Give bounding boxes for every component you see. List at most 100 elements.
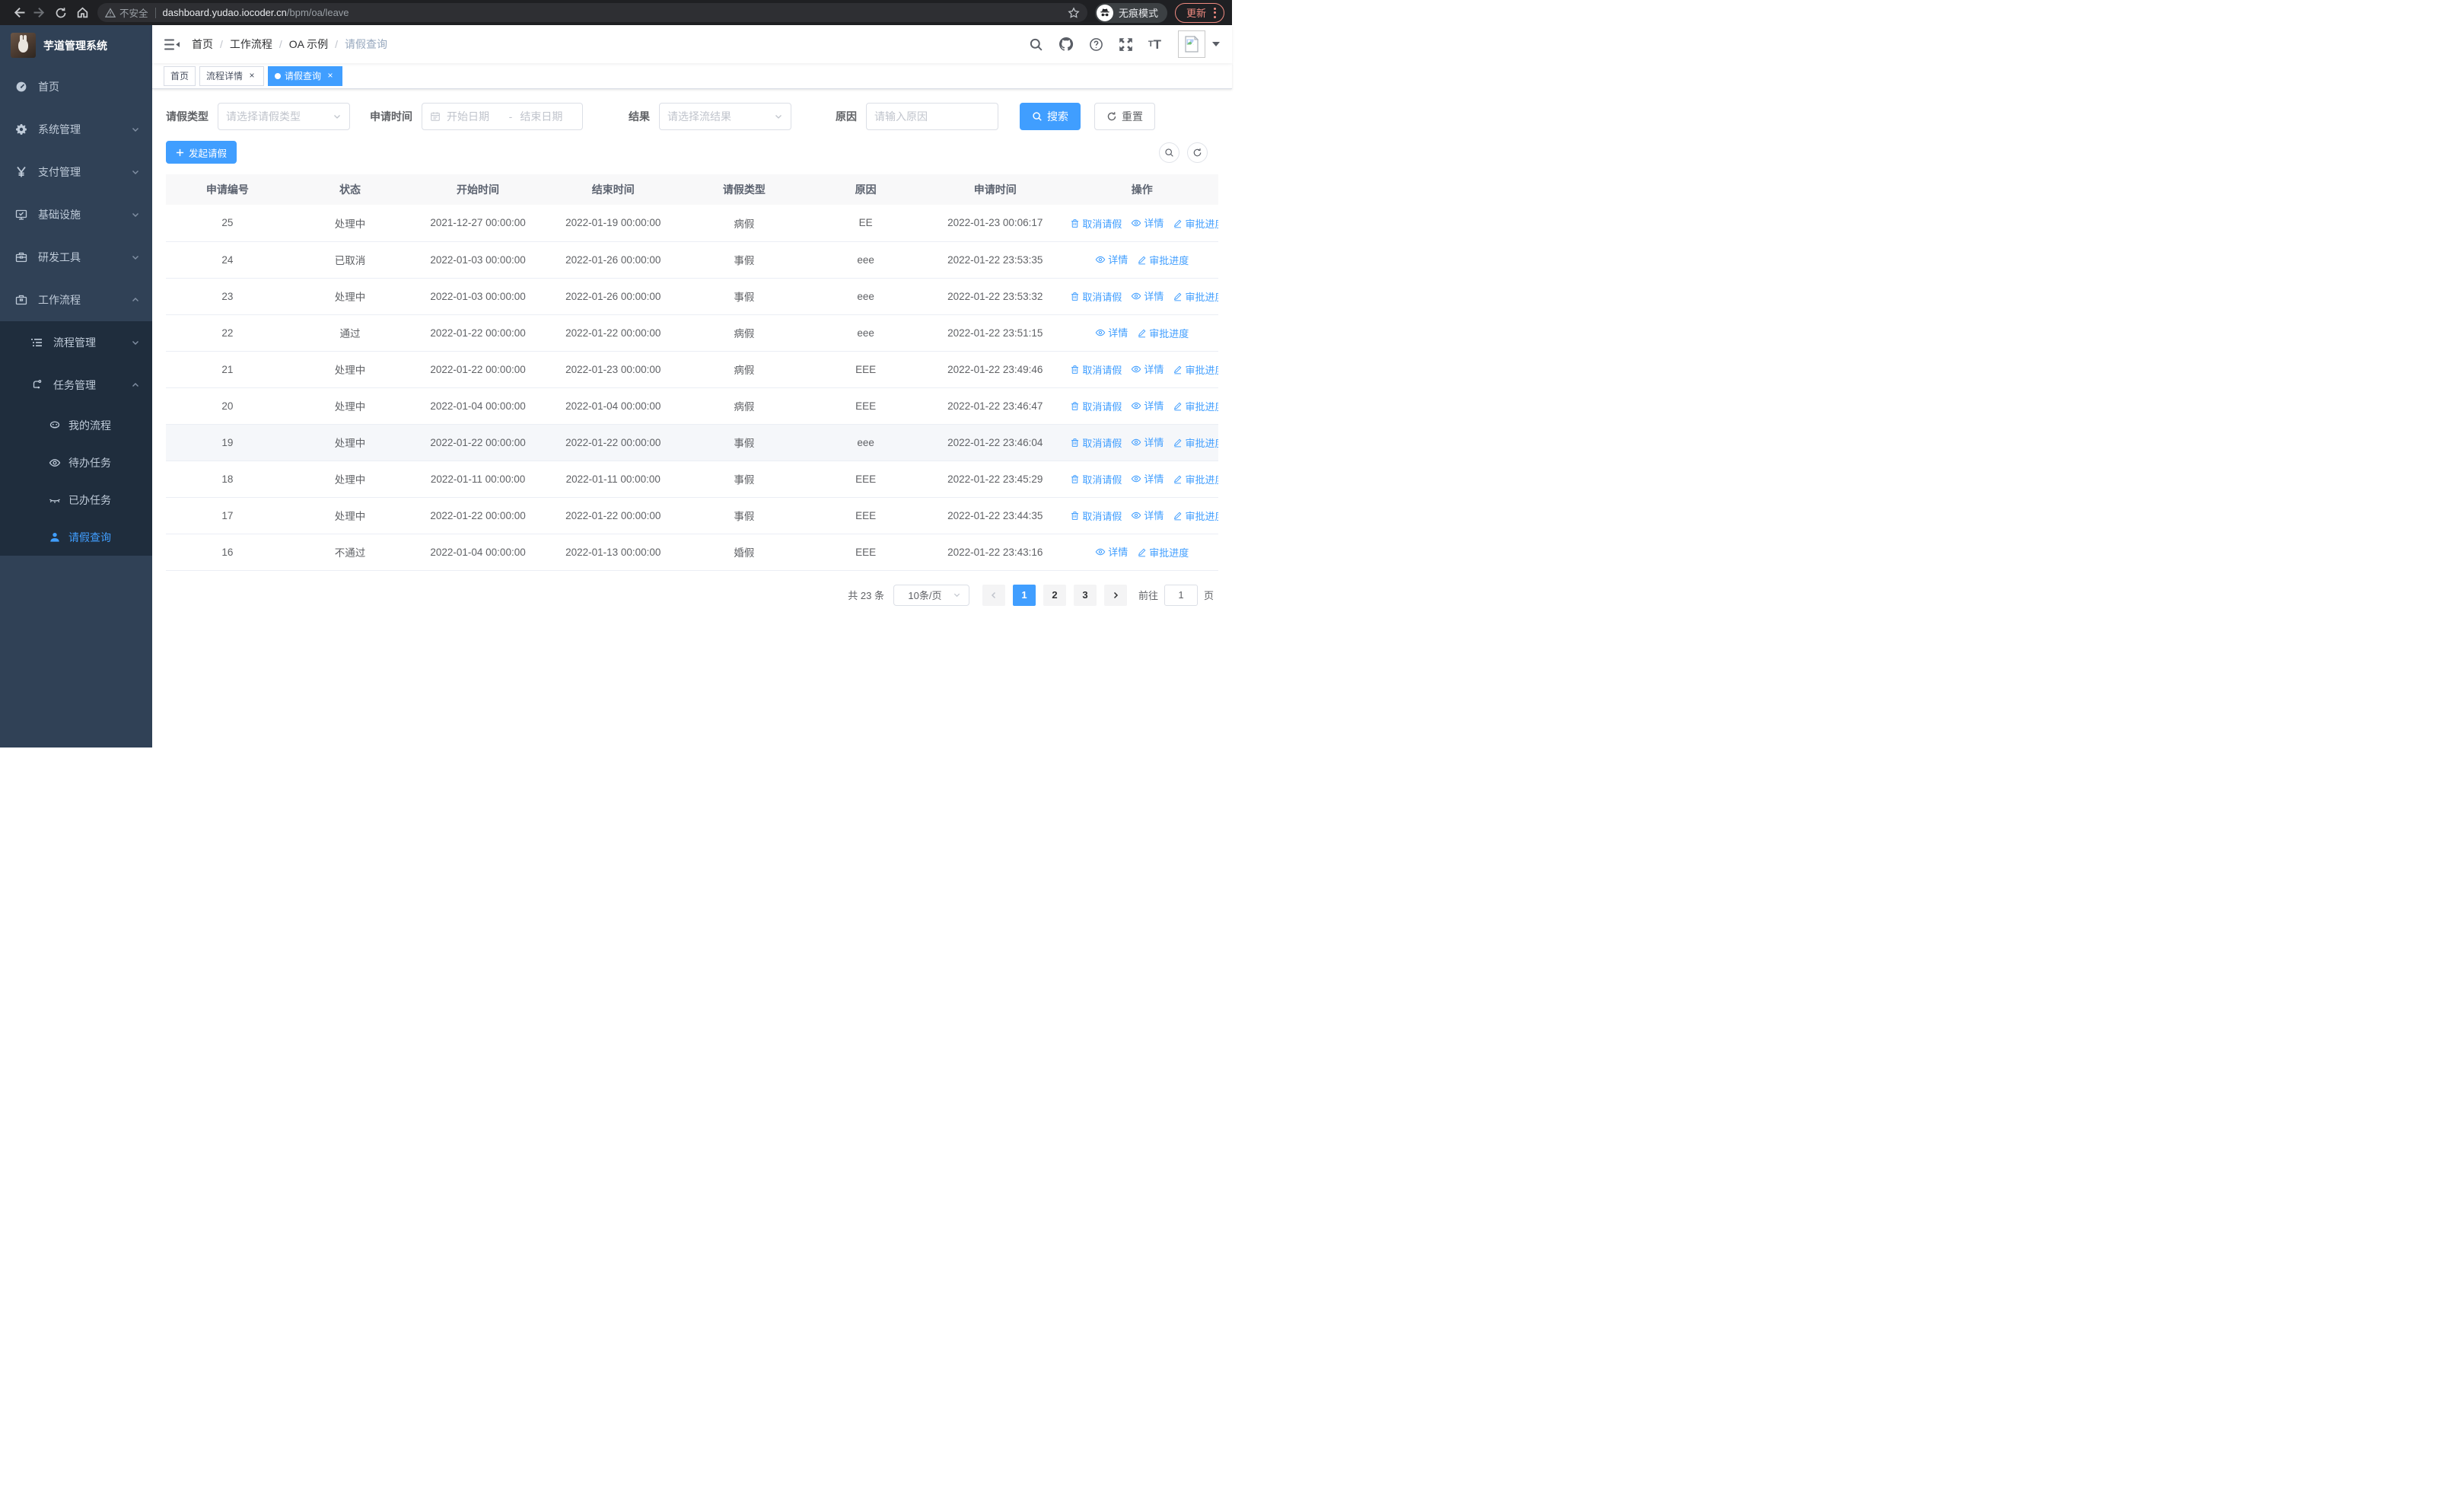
breadcrumb-oa-example[interactable]: OA 示例 xyxy=(289,37,328,52)
cell-status: 通过 xyxy=(288,314,412,352)
approval-progress-link[interactable]: 审批进度 xyxy=(1173,472,1218,486)
reason-input[interactable]: 请输入原因 xyxy=(866,103,998,130)
tab-1[interactable]: 流程详情 × xyxy=(199,65,265,86)
detail-link[interactable]: 详情 xyxy=(1131,362,1164,376)
page-button-1[interactable]: 1 xyxy=(1012,584,1036,606)
cell-reason: EEE xyxy=(807,351,925,388)
end-date-input[interactable]: 结束日期 xyxy=(520,109,575,124)
security-status[interactable]: 不安全 xyxy=(105,5,148,20)
sidebar-item-task-mgmt[interactable]: 任务管理 xyxy=(0,364,152,406)
cell-status: 处理中 xyxy=(288,205,412,242)
search-icon[interactable] xyxy=(1029,37,1043,52)
approval-progress-link[interactable]: 审批进度 xyxy=(1173,362,1218,377)
search-button[interactable]: 搜索 xyxy=(1020,103,1081,130)
leave-type-select[interactable]: 请选择请假类型 xyxy=(218,103,350,130)
sidebar-item-leave-query[interactable]: 请假查询 xyxy=(0,518,152,556)
user-icon xyxy=(49,531,61,543)
detail-link[interactable]: 详情 xyxy=(1131,435,1164,449)
fullscreen-icon[interactable] xyxy=(1119,37,1133,52)
home-icon[interactable] xyxy=(72,2,93,24)
sidebar-item-infra[interactable]: 基础设施 xyxy=(0,193,152,236)
sidebar-item-todo-tasks[interactable]: 待办任务 xyxy=(0,444,152,481)
url-bar[interactable]: 不安全 dashboard.yudao.iocoder.cn/bpm/oa/le… xyxy=(97,3,1087,22)
reload-icon[interactable] xyxy=(50,2,72,24)
prev-page-button[interactable] xyxy=(982,584,1005,606)
apply-time-range-picker[interactable]: 开始日期 - 结束日期 xyxy=(422,103,583,130)
avatar[interactable] xyxy=(1178,30,1205,58)
browser-menu-icon[interactable] xyxy=(1214,7,1216,18)
cancel-leave-link[interactable]: 取消请假 xyxy=(1070,399,1122,413)
refresh-table-button[interactable] xyxy=(1187,142,1208,163)
approval-progress-link[interactable]: 审批进度 xyxy=(1173,435,1218,450)
refresh-icon xyxy=(1107,112,1116,121)
app-logo[interactable]: 芋道管理系统 xyxy=(0,25,152,65)
create-leave-button[interactable]: 发起请假 xyxy=(166,141,237,164)
apply-time-label: 申请时间 xyxy=(370,110,412,123)
detail-link[interactable]: 详情 xyxy=(1131,215,1164,230)
approval-progress-link[interactable]: 审批进度 xyxy=(1173,216,1218,231)
page-button-2[interactable]: 2 xyxy=(1043,584,1066,606)
cell-end-time: 2022-01-26 00:00:00 xyxy=(544,278,682,315)
view-icon xyxy=(1095,548,1106,555)
help-icon[interactable] xyxy=(1089,37,1103,52)
toggle-search-button[interactable] xyxy=(1159,142,1179,163)
detail-link[interactable]: 详情 xyxy=(1095,325,1128,339)
cancel-leave-link[interactable]: 取消请假 xyxy=(1070,362,1122,377)
close-icon[interactable]: × xyxy=(247,70,257,81)
page-size-select[interactable]: 10条/页 xyxy=(893,584,969,606)
sidebar-item-workflow[interactable]: 工作流程 xyxy=(0,279,152,321)
url-text[interactable]: dashboard.yudao.iocoder.cn/bpm/oa/leave xyxy=(163,7,1062,18)
reset-button[interactable]: 重置 xyxy=(1094,103,1155,130)
github-icon[interactable] xyxy=(1059,37,1074,52)
cancel-leave-link[interactable]: 取消请假 xyxy=(1070,289,1122,304)
bookmark-star-icon[interactable] xyxy=(1068,6,1080,19)
cell-apply-id: 20 xyxy=(166,387,289,425)
result-select[interactable]: 请选择流结果 xyxy=(659,103,791,130)
col-apply-time: 申请时间 xyxy=(925,174,1066,205)
delete-icon xyxy=(1071,401,1079,410)
approval-progress-link[interactable]: 审批进度 xyxy=(1173,289,1218,304)
breadcrumb-workflow[interactable]: 工作流程 xyxy=(230,37,272,52)
approval-progress-link[interactable]: 审批进度 xyxy=(1173,508,1218,523)
sidebar-item-devtools[interactable]: 研发工具 xyxy=(0,236,152,279)
sidebar-item-done-tasks[interactable]: 已办任务 xyxy=(0,481,152,518)
close-icon[interactable]: × xyxy=(325,70,336,81)
cancel-leave-link[interactable]: 取消请假 xyxy=(1070,508,1122,523)
page-button-3[interactable]: 3 xyxy=(1073,584,1097,606)
font-size-icon[interactable]: TT xyxy=(1148,38,1161,51)
sidebar-toggle-icon[interactable] xyxy=(164,38,180,51)
chevron-up-icon xyxy=(131,381,140,390)
leave-type-label: 请假类型 xyxy=(166,110,209,123)
cancel-leave-link[interactable]: 取消请假 xyxy=(1070,216,1122,231)
sidebar-item-system[interactable]: 系统管理 xyxy=(0,108,152,151)
tab-2[interactable]: 请假查询 × xyxy=(268,65,343,86)
sidebar-item-home[interactable]: 首页 xyxy=(0,65,152,108)
start-date-input[interactable]: 开始日期 xyxy=(447,109,501,124)
next-page-button[interactable] xyxy=(1103,584,1127,606)
cancel-leave-link[interactable]: 取消请假 xyxy=(1070,472,1122,486)
approval-progress-link[interactable]: 审批进度 xyxy=(1173,399,1218,413)
back-icon[interactable] xyxy=(8,2,29,24)
tab-0[interactable]: 首页 xyxy=(164,65,196,86)
detail-link[interactable]: 详情 xyxy=(1131,508,1164,522)
detail-link[interactable]: 详情 xyxy=(1131,288,1164,303)
edit-icon xyxy=(1174,365,1182,375)
detail-link[interactable]: 详情 xyxy=(1095,252,1128,266)
cancel-leave-link[interactable]: 取消请假 xyxy=(1070,435,1122,450)
cell-leave-type: 病假 xyxy=(681,351,807,388)
approval-progress-link[interactable]: 审批进度 xyxy=(1137,326,1189,340)
sidebar-item-process-mgmt[interactable]: 流程管理 xyxy=(0,321,152,364)
approval-progress-link[interactable]: 审批进度 xyxy=(1137,253,1189,267)
goto-page-input[interactable] xyxy=(1164,584,1198,606)
breadcrumb-home[interactable]: 首页 xyxy=(192,37,213,52)
forward-icon[interactable] xyxy=(29,2,50,24)
detail-link[interactable]: 详情 xyxy=(1095,544,1128,559)
update-button[interactable]: 更新 xyxy=(1174,2,1224,23)
sidebar-item-payment[interactable]: 支付管理 xyxy=(0,151,152,193)
approval-progress-link[interactable]: 审批进度 xyxy=(1137,545,1189,559)
user-menu[interactable] xyxy=(1178,30,1220,58)
detail-link[interactable]: 详情 xyxy=(1131,471,1164,486)
sidebar-item-my-process[interactable]: 我的流程 xyxy=(0,406,152,444)
cell-status: 处理中 xyxy=(288,278,412,315)
detail-link[interactable]: 详情 xyxy=(1131,398,1164,413)
